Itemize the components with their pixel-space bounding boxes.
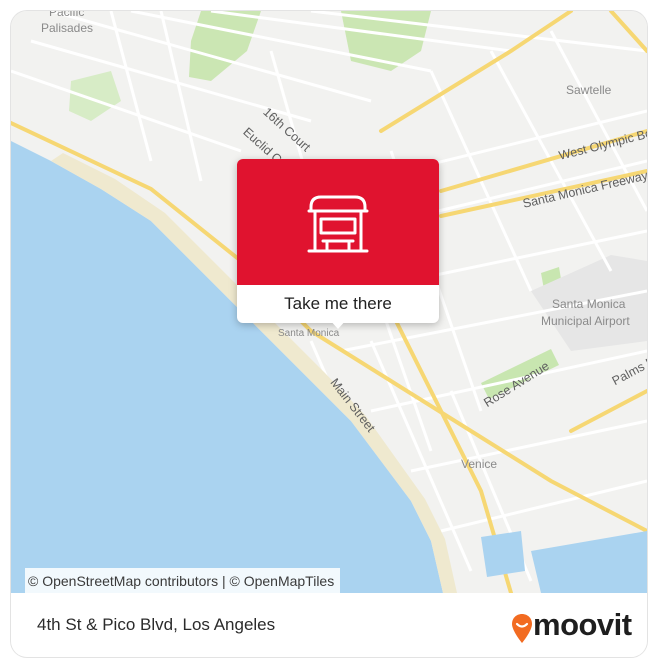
moovit-pin-icon: [512, 614, 532, 643]
map-label-santa-monica-airport: Santa Monica: [552, 297, 626, 311]
map-view[interactable]: Pacific Palisades Sawtelle West Olympic …: [11, 11, 647, 594]
popup-pointer: [329, 319, 347, 329]
popup-header: [237, 159, 439, 285]
map-label-santa-monica-airport: Municipal Airport: [541, 314, 630, 328]
map-label-santa-monica: Santa Monica: [278, 328, 340, 339]
footer-bar: 4th St & Pico Blvd, Los Angeles moovit: [11, 593, 647, 657]
stop-address: 4th St & Pico Blvd, Los Angeles: [37, 615, 276, 634]
map-attribution[interactable]: © OpenStreetMap contributors | © OpenMap…: [25, 568, 341, 594]
map-label-pacific-palisades: Palisades: [41, 21, 94, 35]
stop-popup[interactable]: Take me there: [237, 159, 439, 329]
map-label-sawtelle: Sawtelle: [566, 83, 612, 97]
map-label-pacific-palisades: Pacific: [49, 11, 85, 19]
map-label-venice: Venice: [461, 457, 498, 471]
take-me-there-button[interactable]: Take me there: [237, 285, 439, 323]
moovit-wordmark: moovit: [533, 607, 632, 642]
map-card: Pacific Palisades Sawtelle West Olympic …: [11, 11, 647, 657]
